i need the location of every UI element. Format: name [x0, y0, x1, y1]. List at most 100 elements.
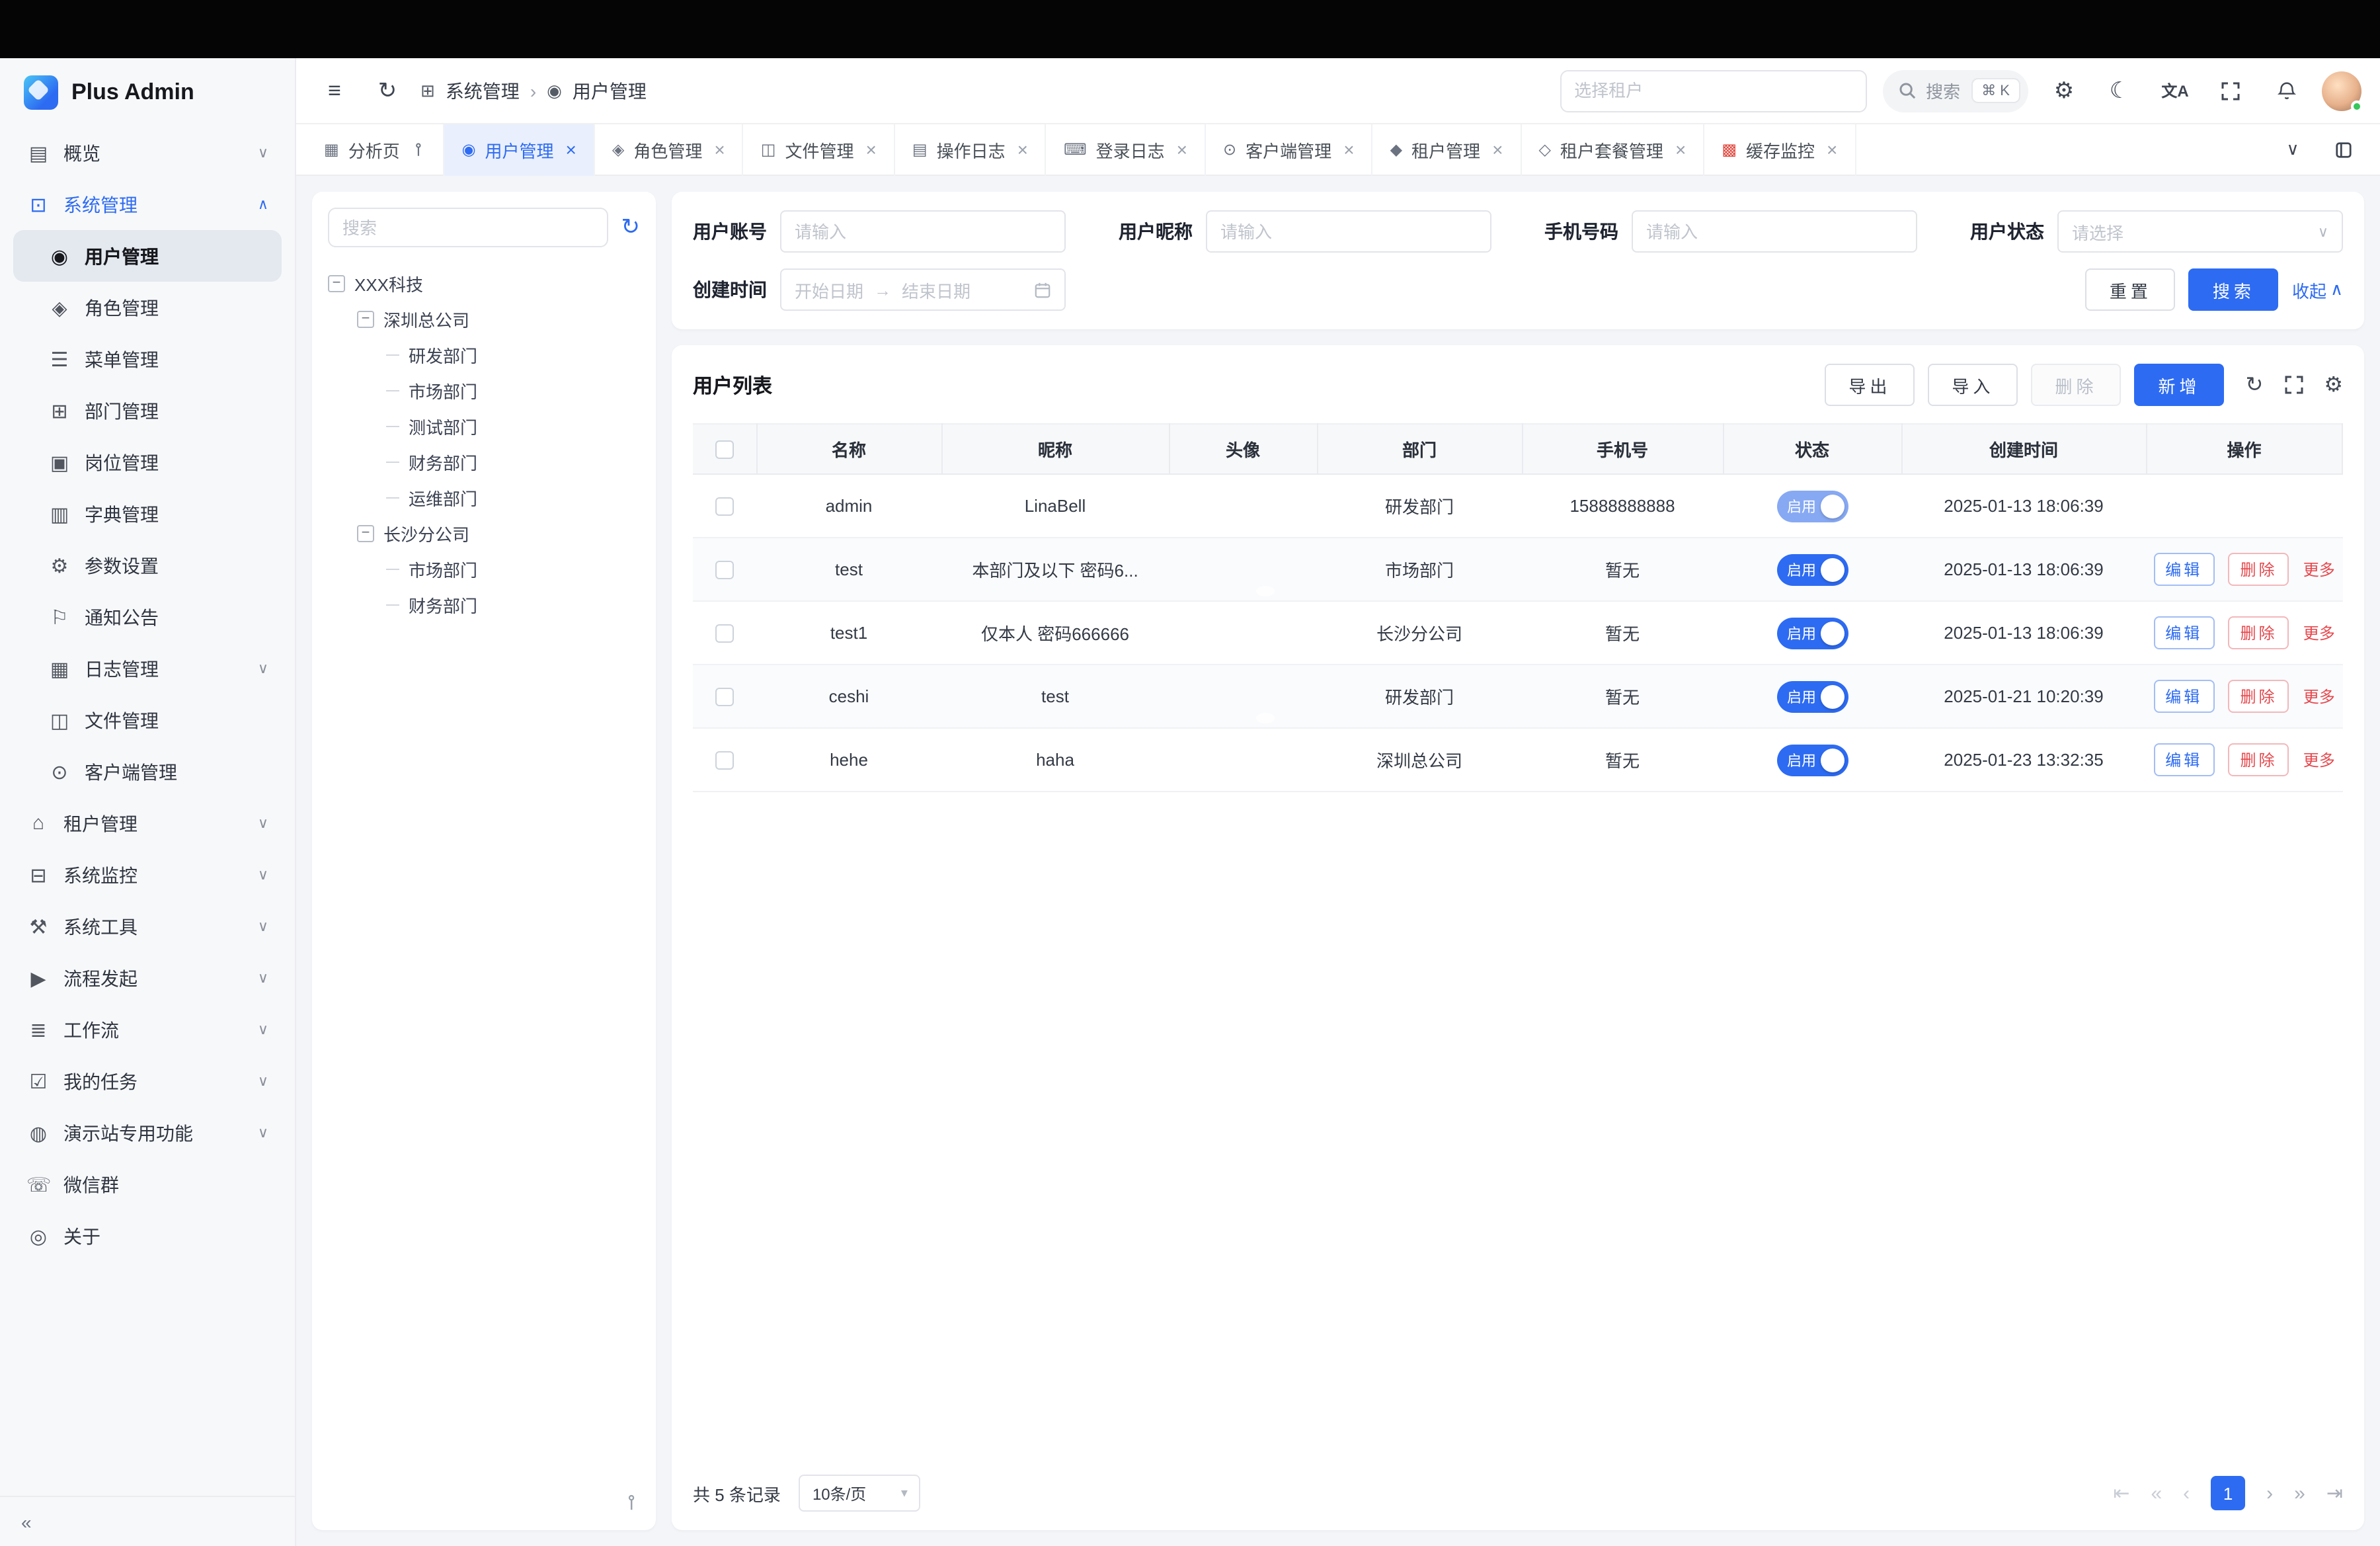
sidebar-item[interactable]: ⊙ 客户端管理: [13, 746, 282, 797]
settings-gear-icon[interactable]: ⚙: [2044, 71, 2084, 110]
page-tab[interactable]: ⊙ 客户端管理 ×: [1206, 124, 1373, 175]
tree-pin-icon[interactable]: ⊸: [619, 1494, 643, 1510]
filter-input[interactable]: [1632, 210, 1917, 253]
add-button[interactable]: 新增: [2134, 364, 2224, 406]
tab-close-icon[interactable]: ×: [1177, 139, 1187, 160]
sidebar-item[interactable]: ≣ 工作流 ∨: [13, 1004, 282, 1055]
sidebar-item[interactable]: ▶ 流程发起 ∨: [13, 952, 282, 1004]
sidebar-item[interactable]: ◎ 关于: [13, 1210, 282, 1262]
page-number-current[interactable]: 1: [2211, 1476, 2245, 1510]
breadcrumb-item[interactable]: 系统管理: [446, 77, 520, 104]
status-toggle[interactable]: 启用: [1776, 490, 1848, 522]
sidebar-item[interactable]: ▦ 日志管理 ∨: [13, 643, 282, 694]
sidebar-item[interactable]: ☑ 我的任务 ∨: [13, 1055, 282, 1107]
search-button[interactable]: 搜索: [2189, 268, 2279, 311]
status-toggle[interactable]: 启用: [1776, 744, 1848, 776]
tree-node[interactable]: − XXX科技: [328, 266, 640, 302]
tree-node[interactable]: − 长沙分公司: [328, 516, 640, 551]
tree-expand-icon[interactable]: −: [357, 311, 374, 328]
row-checkbox[interactable]: [715, 688, 734, 707]
table-refresh-icon[interactable]: ↻: [2246, 372, 2264, 398]
edit-button[interactable]: 编辑: [2153, 616, 2214, 649]
user-avatar[interactable]: [2322, 71, 2361, 110]
tree-expand-icon[interactable]: −: [328, 275, 345, 292]
tree-expand-icon[interactable]: −: [357, 525, 374, 542]
breadcrumb-item[interactable]: 用户管理: [573, 77, 647, 104]
sidebar-item[interactable]: ☏ 微信群: [13, 1159, 282, 1210]
sidebar-item[interactable]: ▣ 岗位管理: [13, 436, 282, 488]
tree-node[interactable]: 运维部门: [328, 480, 640, 516]
hamburger-menu-icon[interactable]: ≡: [315, 71, 354, 110]
collapse-sidebar-icon[interactable]: «: [21, 1511, 32, 1532]
tab-close-icon[interactable]: ×: [566, 139, 576, 160]
filter-select[interactable]: 请选择 ∨: [2057, 210, 2343, 253]
first-page-icon[interactable]: ⇤: [2113, 1481, 2129, 1505]
row-delete-button[interactable]: 删除: [2228, 680, 2289, 713]
export-button[interactable]: 导出: [1825, 364, 1915, 406]
column-settings-icon[interactable]: ⚙: [2324, 372, 2343, 398]
import-button[interactable]: 导入: [1928, 364, 2018, 406]
page-tab[interactable]: ◉ 用户管理 ×: [445, 124, 595, 175]
row-checkbox[interactable]: [715, 752, 734, 770]
edit-button[interactable]: 编辑: [2153, 743, 2214, 776]
row-checkbox[interactable]: [715, 498, 734, 516]
page-tab[interactable]: ◫ 文件管理 ×: [744, 124, 895, 175]
row-delete-button[interactable]: 删除: [2228, 743, 2289, 776]
tenant-select-input[interactable]: [1560, 69, 1866, 112]
filter-input[interactable]: [1206, 210, 1491, 253]
next-page-icon[interactable]: ›: [2266, 1482, 2273, 1504]
language-translate-icon[interactable]: 文A: [2155, 71, 2195, 110]
delete-button[interactable]: 删除: [2031, 364, 2121, 406]
row-checkbox[interactable]: [715, 625, 734, 643]
sidebar-item[interactable]: ⊟ 系统监控 ∨: [13, 849, 282, 901]
page-tab[interactable]: ▩ 缓存监控 ×: [1704, 124, 1856, 175]
page-tab[interactable]: ▦ 分析页 ⊸: [307, 124, 445, 175]
more-actions-link[interactable]: 更多: [2303, 688, 2335, 706]
sidebar-item[interactable]: ⌂ 租户管理 ∨: [13, 797, 282, 849]
global-search-button[interactable]: 搜索 ⌘ K: [1882, 69, 2028, 112]
edit-button[interactable]: 编辑: [2153, 553, 2214, 586]
date-range-picker[interactable]: 开始日期 → 结束日期: [780, 268, 1066, 311]
tree-node[interactable]: − 深圳总公司: [328, 302, 640, 337]
page-tab[interactable]: ⌨ 登录日志 ×: [1047, 124, 1206, 175]
sidebar-item[interactable]: ⚙ 参数设置: [13, 540, 282, 591]
row-checkbox[interactable]: [715, 561, 734, 580]
status-toggle[interactable]: 启用: [1776, 617, 1848, 649]
row-delete-button[interactable]: 删除: [2228, 553, 2289, 586]
sidebar-item[interactable]: ▤ 概览 ∨: [13, 127, 282, 179]
more-actions-link[interactable]: 更多: [2303, 561, 2335, 579]
tree-node[interactable]: 市场部门: [328, 551, 640, 587]
fullscreen-icon[interactable]: [2211, 71, 2250, 110]
page-tab[interactable]: ◈ 角色管理 ×: [595, 124, 744, 175]
reset-button[interactable]: 重置: [2086, 268, 2176, 311]
next-group-icon[interactable]: »: [2294, 1482, 2305, 1504]
tab-close-icon[interactable]: ×: [714, 139, 725, 160]
tree-node[interactable]: 研发部门: [328, 337, 640, 373]
sidebar-item[interactable]: ▥ 字典管理: [13, 488, 282, 540]
filter-input[interactable]: [780, 210, 1066, 253]
tab-close-icon[interactable]: ×: [1492, 139, 1503, 160]
sidebar-item[interactable]: ⊞ 部门管理: [13, 385, 282, 436]
tab-close-icon[interactable]: ×: [1017, 139, 1028, 160]
tree-node[interactable]: 测试部门: [328, 409, 640, 444]
prev-page-icon[interactable]: ‹: [2183, 1482, 2190, 1504]
status-toggle[interactable]: 启用: [1776, 680, 1848, 712]
pin-icon[interactable]: ⊸: [409, 142, 430, 157]
last-page-icon[interactable]: ⇥: [2326, 1481, 2343, 1505]
more-actions-link[interactable]: 更多: [2303, 751, 2335, 770]
collapse-filters-link[interactable]: 收起 ∧: [2292, 277, 2343, 302]
status-toggle[interactable]: 启用: [1776, 553, 1848, 585]
tabs-dropdown-icon[interactable]: ∨: [2277, 134, 2309, 165]
row-delete-button[interactable]: 删除: [2228, 616, 2289, 649]
tree-search-input[interactable]: [328, 208, 608, 247]
sidebar-item[interactable]: ◈ 角色管理: [13, 282, 282, 333]
tree-node[interactable]: 财务部门: [328, 587, 640, 623]
page-tab[interactable]: ▤ 操作日志 ×: [895, 124, 1047, 175]
tab-close-icon[interactable]: ×: [866, 139, 877, 160]
tree-node[interactable]: 财务部门: [328, 444, 640, 480]
notifications-bell-icon[interactable]: [2266, 71, 2306, 110]
sidebar-item[interactable]: ⚐ 通知公告: [13, 591, 282, 643]
sidebar-item[interactable]: ⊡ 系统管理 ∧: [13, 179, 282, 230]
sidebar-item[interactable]: ⚒ 系统工具 ∨: [13, 901, 282, 952]
page-tab[interactable]: ◆ 租户管理 ×: [1373, 124, 1522, 175]
